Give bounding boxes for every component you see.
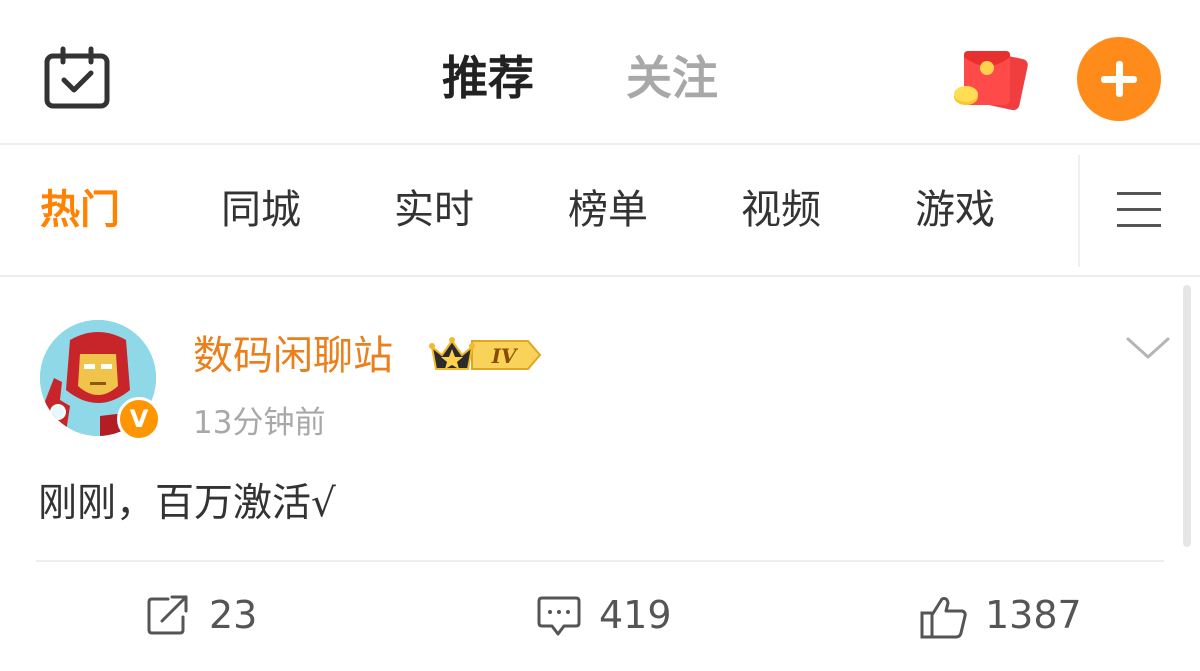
comment-icon <box>537 596 581 636</box>
thumbs-up-icon <box>920 597 967 639</box>
channel-tab-bar: 热门 同城 实时 榜单 视频 游戏 <box>0 145 1200 275</box>
repost-count: 23 <box>209 593 258 637</box>
calendar-check-icon[interactable] <box>44 46 110 110</box>
verified-badge: V <box>117 397 161 441</box>
scrollbar[interactable] <box>1183 285 1191 547</box>
channel-local[interactable]: 同城 <box>221 183 301 237</box>
tab-follow[interactable]: 关注 <box>626 48 718 108</box>
red-packet-icon[interactable] <box>952 45 1030 115</box>
channel-games[interactable]: 游戏 <box>915 183 995 237</box>
comment-button[interactable]: 419 <box>536 591 676 641</box>
top-navigation-bar: 推荐 关注 <box>0 0 1200 143</box>
post-author-name[interactable]: 数码闲聊站 <box>193 329 393 383</box>
tab-follow-label: 关注 <box>626 51 718 105</box>
comment-count: 419 <box>599 593 672 637</box>
compose-plus-button[interactable] <box>1077 37 1161 121</box>
channel-hot[interactable]: 热门 <box>40 183 120 237</box>
level-crown-badge: IV <box>428 335 544 375</box>
svg-text:IV: IV <box>491 344 519 368</box>
chevron-down-icon[interactable] <box>1124 333 1172 363</box>
post-content: 刚刚，百万激活√ <box>38 481 336 526</box>
hamburger-menu-icon[interactable] <box>1117 192 1161 228</box>
tab-recommend[interactable]: 推荐 <box>438 48 550 116</box>
channel-video[interactable]: 视频 <box>741 183 821 237</box>
channel-rankings[interactable]: 榜单 <box>568 183 648 237</box>
tab-recommend-label: 推荐 <box>442 51 534 105</box>
like-count: 1387 <box>985 593 1082 637</box>
post-timestamp: 13分钟前 <box>193 405 326 441</box>
divider <box>36 560 1164 562</box>
like-button[interactable]: 1387 <box>920 591 1090 641</box>
divider <box>1078 155 1080 267</box>
channel-realtime[interactable]: 实时 <box>394 183 474 237</box>
repost-icon <box>147 595 188 635</box>
feed-post-card: V 数码闲聊站 IV 13分钟前 刚刚，百万激活√ 23 419 1387 <box>0 277 1200 671</box>
repost-button[interactable]: 23 <box>146 591 266 641</box>
